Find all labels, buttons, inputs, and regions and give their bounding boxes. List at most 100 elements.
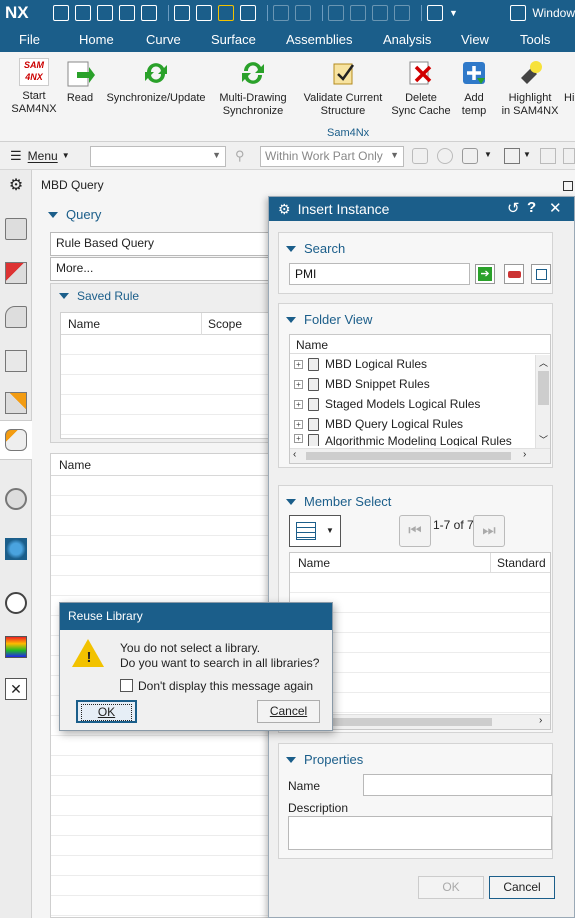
- table-row[interactable]: [51, 736, 275, 756]
- select-tool-icon[interactable]: [462, 148, 478, 164]
- reuse-library-icon[interactable]: [5, 350, 27, 372]
- reset-icon[interactable]: ↺: [507, 199, 520, 217]
- member-select-header[interactable]: Member Select: [286, 494, 391, 509]
- history-icon[interactable]: [5, 488, 27, 510]
- expand-plus-icon[interactable]: +: [294, 379, 303, 389]
- filter-icon[interactable]: [504, 148, 520, 164]
- paste-icon[interactable]: [372, 5, 388, 21]
- column-header-name[interactable]: Name: [298, 556, 330, 570]
- chevron-down-icon[interactable]: ▼: [449, 8, 458, 18]
- column-header-name[interactable]: Name: [296, 338, 328, 352]
- expand-plus-icon[interactable]: +: [294, 434, 303, 443]
- table-row[interactable]: [61, 375, 276, 395]
- cut-icon[interactable]: [218, 5, 234, 21]
- hi-button-partial[interactable]: Hi: [564, 58, 575, 105]
- tab-analysis[interactable]: Analysis: [383, 32, 431, 47]
- window-menu[interactable]: Window: [510, 5, 575, 21]
- scroll-up-icon[interactable]: ︿: [539, 356, 548, 369]
- open-file-icon[interactable]: [75, 5, 91, 21]
- select-icon[interactable]: [412, 148, 428, 164]
- gear-icon[interactable]: ⚙: [278, 201, 291, 218]
- table-row[interactable]: [51, 896, 275, 916]
- panel-close-icon[interactable]: [563, 181, 573, 191]
- clear-search-icon[interactable]: [504, 264, 524, 284]
- table-row[interactable]: [51, 776, 275, 796]
- table-row[interactable]: [51, 536, 275, 556]
- expand-plus-icon[interactable]: +: [294, 399, 303, 409]
- table-row[interactable]: [51, 876, 275, 896]
- column-header-standard[interactable]: Standard: [497, 556, 546, 570]
- table-row[interactable]: [51, 516, 275, 536]
- scroll-thumb[interactable]: [538, 371, 549, 405]
- table-row[interactable]: [61, 415, 276, 435]
- vertical-scrollbar[interactable]: ︿ ﹀: [535, 355, 550, 450]
- search-options-icon[interactable]: [531, 264, 551, 284]
- model-views-icon[interactable]: [5, 392, 27, 414]
- table-row[interactable]: [51, 496, 275, 516]
- part-navigator-icon[interactable]: [5, 218, 27, 240]
- tree-item[interactable]: + MBD Logical Rules: [290, 354, 550, 374]
- scroll-right-icon[interactable]: ›: [523, 449, 526, 460]
- tree-item[interactable]: + MBD Snippet Rules: [290, 374, 550, 394]
- ok-button[interactable]: OK: [76, 700, 137, 723]
- delete-icon[interactable]: [394, 5, 410, 21]
- chevron-down-icon[interactable]: ▼: [484, 150, 492, 159]
- tab-home[interactable]: Home: [79, 32, 114, 47]
- delete-sync-cache-button[interactable]: Delete Sync Cache: [390, 58, 452, 118]
- table-row[interactable]: [51, 856, 275, 876]
- save-all-icon[interactable]: [141, 5, 157, 21]
- page-first-icon[interactable]: ⏮: [399, 515, 431, 547]
- tab-tools[interactable]: Tools: [520, 32, 550, 47]
- palette-icon[interactable]: [5, 636, 27, 658]
- saved-rule-table[interactable]: Name Scope: [60, 312, 276, 439]
- cut-icon[interactable]: [328, 5, 344, 21]
- tab-view[interactable]: View: [461, 32, 489, 47]
- close-icon[interactable]: ✕: [549, 199, 562, 217]
- name-input[interactable]: [363, 774, 552, 796]
- chevron-down-icon[interactable]: ▼: [523, 150, 531, 159]
- scroll-thumb[interactable]: [306, 452, 511, 460]
- scroll-right-icon[interactable]: ›: [539, 715, 542, 726]
- save-icon[interactable]: [97, 5, 113, 21]
- tree-item[interactable]: + Algorithmic Modeling Logical Rules: [290, 434, 550, 446]
- folder-view-header[interactable]: Folder View: [286, 312, 372, 327]
- query-section-header[interactable]: Query: [48, 207, 101, 222]
- snap-icon[interactable]: [437, 148, 453, 164]
- column-header-name[interactable]: Name: [68, 317, 100, 331]
- type-filter-dropdown[interactable]: ▼: [90, 146, 226, 167]
- tree-item[interactable]: + MBD Query Logical Rules: [290, 414, 550, 434]
- assembly-navigator-icon[interactable]: [5, 262, 27, 284]
- cancel-button[interactable]: Cancel: [257, 700, 320, 723]
- filter-funnel-icon[interactable]: ⚲: [235, 148, 245, 164]
- table-row[interactable]: [290, 573, 550, 593]
- expand-plus-icon[interactable]: +: [294, 359, 303, 369]
- table-row[interactable]: [51, 816, 275, 836]
- tools-icon[interactable]: ✕: [5, 678, 27, 700]
- start-sam4nx-button[interactable]: SAM 4NX Start SAM4NX: [9, 58, 59, 116]
- edit-icon[interactable]: [196, 5, 212, 21]
- column-header-name[interactable]: Name: [59, 458, 91, 472]
- table-row[interactable]: [51, 836, 275, 856]
- web-browser-icon[interactable]: [5, 538, 27, 560]
- query-type-field[interactable]: Rule Based Query: [50, 232, 275, 256]
- redo-icon[interactable]: [295, 5, 311, 21]
- mbd-query-tab[interactable]: [0, 420, 32, 460]
- properties-header[interactable]: Properties: [286, 752, 363, 767]
- more-button[interactable]: More...: [50, 257, 275, 281]
- folder-tree[interactable]: Name + MBD Logical Rules + MBD Snippet R…: [289, 334, 551, 464]
- table-row[interactable]: [51, 576, 275, 596]
- view-mode-dropdown[interactable]: ▼: [289, 515, 341, 547]
- ok-button[interactable]: OK: [418, 876, 484, 899]
- table-row[interactable]: [51, 756, 275, 776]
- horizontal-scrollbar[interactable]: ‹ ›: [290, 448, 550, 463]
- saved-rule-header[interactable]: Saved Rule: [59, 289, 139, 303]
- search-input[interactable]: PMI: [289, 263, 470, 285]
- tab-file[interactable]: File: [19, 32, 40, 47]
- table-row[interactable]: [61, 335, 276, 355]
- table-row[interactable]: [61, 395, 276, 415]
- menu-button[interactable]: ☰ Menu ▼: [10, 148, 70, 164]
- tab-assemblies[interactable]: Assemblies: [286, 32, 352, 47]
- table-row[interactable]: [51, 796, 275, 816]
- print-icon[interactable]: [174, 5, 190, 21]
- snap-more-icon[interactable]: [563, 148, 575, 164]
